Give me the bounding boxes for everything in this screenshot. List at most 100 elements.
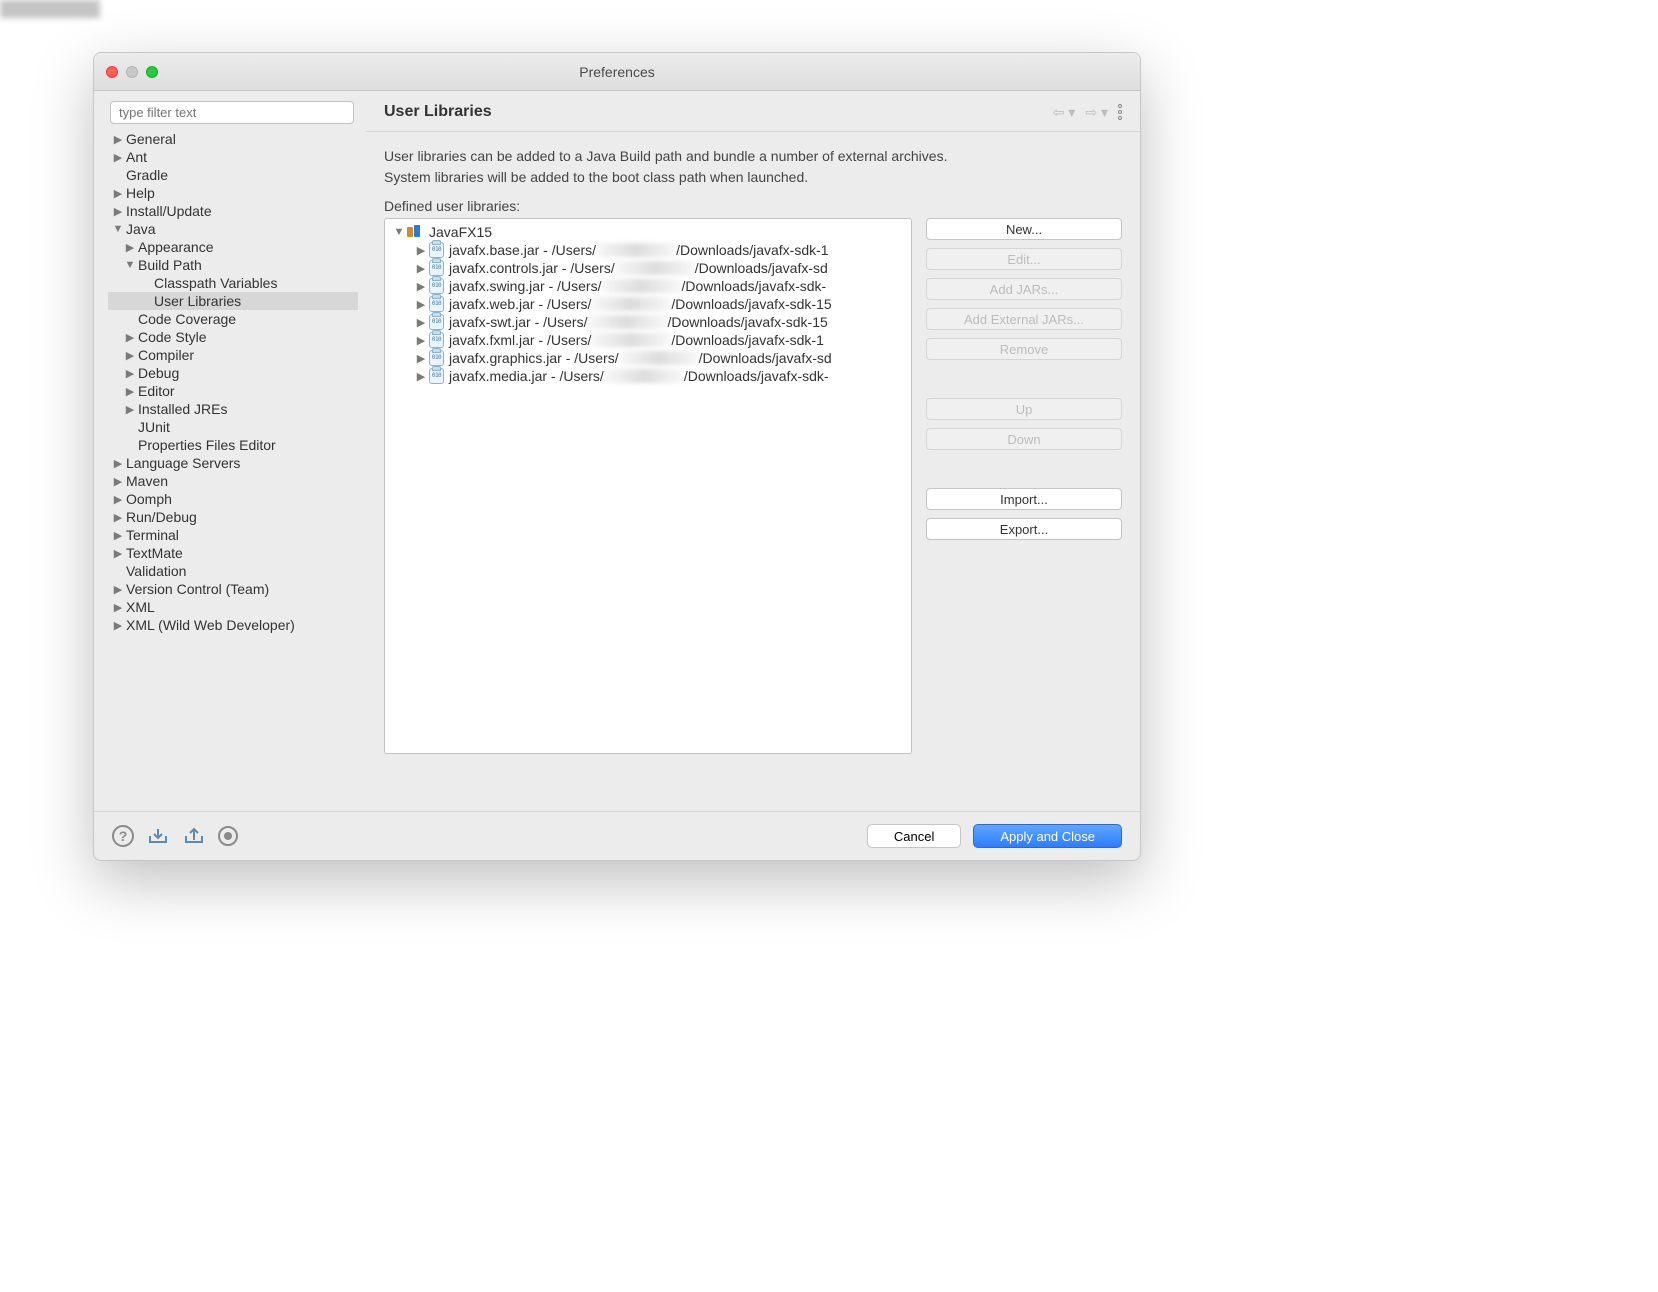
nav-forward-icon[interactable]: ⇨ ▾: [1085, 104, 1108, 121]
main-content: User libraries can be added to a Java Bu…: [366, 132, 1140, 768]
jar-node[interactable]: ▶ javafx.media.jar - /Users/ /Downloads/ja…: [385, 367, 911, 385]
export-button[interactable]: Export...: [926, 518, 1122, 540]
tree-item[interactable]: Code Coverage: [108, 310, 358, 328]
tree-item[interactable]: ▶Maven: [108, 472, 358, 490]
tree-item-label: User Libraries: [154, 293, 241, 309]
page-description: User libraries can be added to a Java Bu…: [384, 146, 1122, 188]
tree-item[interactable]: ▶XML (Wild Web Developer): [108, 616, 358, 634]
help-icon[interactable]: ?: [112, 825, 134, 847]
chevron-right-icon[interactable]: ▶: [415, 262, 427, 275]
close-window-button[interactable]: [106, 66, 118, 78]
jar-label-prefix: javafx.graphics.jar - /Users/: [449, 350, 619, 366]
tree-item[interactable]: ▶XML: [108, 598, 358, 616]
nav-back-icon[interactable]: ⇦ ▾: [1053, 104, 1076, 121]
tree-item-label: Compiler: [138, 347, 194, 363]
add-external-jars-button[interactable]: Add External JARs...: [926, 308, 1122, 330]
jar-node[interactable]: ▶javafx.swing.jar - /Users//Downloads/ja…: [385, 277, 911, 295]
dialog-body: ▶General▶AntGradle▶Help▶Install/Update▼J…: [94, 91, 1140, 811]
tree-item[interactable]: ▶Appearance: [108, 238, 358, 256]
tree-item[interactable]: ▶TextMate: [108, 544, 358, 562]
up-button[interactable]: Up: [926, 398, 1122, 420]
tree-item-label: Oomph: [126, 491, 172, 507]
tree-item[interactable]: ▶Code Style: [108, 328, 358, 346]
apply-and-close-button[interactable]: Apply and Close: [973, 824, 1122, 848]
disclosure-down-icon[interactable]: ▼: [393, 226, 405, 238]
chevron-right-icon[interactable]: ▶: [415, 316, 427, 329]
export-prefs-icon[interactable]: [182, 826, 206, 846]
jar-node[interactable]: ▶ javafx.controls.jar - /Users/ /Downloads…: [385, 259, 911, 277]
import-button[interactable]: Import...: [926, 488, 1122, 510]
chevron-right-icon[interactable]: ▶: [415, 352, 427, 365]
chevron-right-icon[interactable]: ▶: [415, 370, 427, 383]
chevron-right-icon[interactable]: ▶: [415, 334, 427, 347]
add-jars-button[interactable]: Add JARs...: [926, 278, 1122, 300]
chevron-right-icon: ▶: [112, 601, 124, 614]
tree-item[interactable]: ▼Java: [108, 220, 358, 238]
tree-item[interactable]: Classpath Variables: [108, 274, 358, 292]
tree-item-label: Classpath Variables: [154, 275, 277, 291]
tree-item[interactable]: ▶Ant: [108, 148, 358, 166]
sidebar: ▶General▶AntGradle▶Help▶Install/Update▼J…: [94, 91, 366, 811]
jar-node[interactable]: ▶javafx.fxml.jar - /Users//Downloads/jav…: [385, 331, 911, 349]
tree-item-label: Build Path: [138, 257, 202, 273]
tree-item[interactable]: ▶General: [108, 130, 358, 148]
jar-label-suffix: /Downloads/javafx-sd: [695, 260, 828, 276]
tree-item-label: Ant: [126, 149, 147, 165]
tree-item[interactable]: Gradle: [108, 166, 358, 184]
jar-node[interactable]: ▶javafx.graphics.jar - /Users//Downloads…: [385, 349, 911, 367]
page-background-shadow: [0, 0, 100, 18]
jar-label-suffix: /Downloads/javafx-sdk-: [684, 368, 829, 384]
jar-node[interactable]: ▶javafx-swt.jar - /Users//Downloads/java…: [385, 313, 911, 331]
library-tree[interactable]: ▼ JavaFX15 ▶javafx.base.jar - /Users//Do…: [384, 218, 912, 754]
redacted-text: [587, 315, 667, 329]
footer-icons: ?: [112, 825, 238, 847]
tree-item[interactable]: ▶Run/Debug: [108, 508, 358, 526]
preferences-tree[interactable]: ▶General▶AntGradle▶Help▶Install/Update▼J…: [108, 130, 358, 634]
tree-item[interactable]: ▶Debug: [108, 364, 358, 382]
tree-item[interactable]: ▶Language Servers: [108, 454, 358, 472]
tree-item[interactable]: ▶Terminal: [108, 526, 358, 544]
tree-item-label: Code Coverage: [138, 311, 236, 327]
library-node[interactable]: ▼ JavaFX15: [385, 223, 911, 241]
tree-item[interactable]: ▶Help: [108, 184, 358, 202]
tree-item[interactable]: ▶Installed JREs: [108, 400, 358, 418]
tree-item[interactable]: JUnit: [108, 418, 358, 436]
tree-item[interactable]: Properties Files Editor: [108, 436, 358, 454]
library-icon: [407, 225, 425, 239]
view-menu-icon[interactable]: [1118, 104, 1122, 120]
edit-button[interactable]: Edit...: [926, 248, 1122, 270]
chevron-right-icon: ▶: [112, 547, 124, 560]
redacted-text: [615, 261, 695, 275]
down-button[interactable]: Down: [926, 428, 1122, 450]
jar-icon: [429, 278, 444, 294]
new-button[interactable]: New...: [926, 218, 1122, 240]
chevron-right-icon[interactable]: ▶: [415, 244, 427, 257]
jar-node[interactable]: ▶javafx.base.jar - /Users//Downloads/jav…: [385, 241, 911, 259]
chevron-right-icon[interactable]: ▶: [415, 280, 427, 293]
jar-label-prefix: javafx.controls.jar - /Users/: [449, 260, 615, 276]
tree-item-label: Gradle: [126, 167, 168, 183]
jar-node[interactable]: ▶javafx.web.jar - /Users//Downloads/java…: [385, 295, 911, 313]
tree-item[interactable]: ▼Build Path: [108, 256, 358, 274]
tree-item[interactable]: ▶Editor: [108, 382, 358, 400]
tree-item[interactable]: User Libraries: [108, 292, 358, 310]
tree-item[interactable]: ▶Oomph: [108, 490, 358, 508]
tree-item-label: Editor: [138, 383, 175, 399]
tree-item[interactable]: ▶Version Control (Team): [108, 580, 358, 598]
redacted-text: [596, 243, 676, 257]
jar-label-suffix: /Downloads/javafx-sdk-1: [676, 242, 829, 258]
tree-item[interactable]: ▶Compiler: [108, 346, 358, 364]
maximize-window-button[interactable]: [146, 66, 158, 78]
import-prefs-icon[interactable]: [146, 826, 170, 846]
tree-item-label: Help: [126, 185, 155, 201]
oomph-record-icon[interactable]: [218, 826, 238, 846]
jar-label-prefix: javafx.fxml.jar - /Users/: [449, 332, 591, 348]
tree-item[interactable]: ▶Install/Update: [108, 202, 358, 220]
remove-button[interactable]: Remove: [926, 338, 1122, 360]
tree-item[interactable]: Validation: [108, 562, 358, 580]
jar-label-prefix: javafx.media.jar - /Users/: [449, 368, 604, 384]
filter-input[interactable]: [110, 101, 354, 124]
cancel-button[interactable]: Cancel: [867, 824, 961, 848]
minimize-window-button[interactable]: [126, 66, 138, 78]
chevron-right-icon[interactable]: ▶: [415, 298, 427, 311]
